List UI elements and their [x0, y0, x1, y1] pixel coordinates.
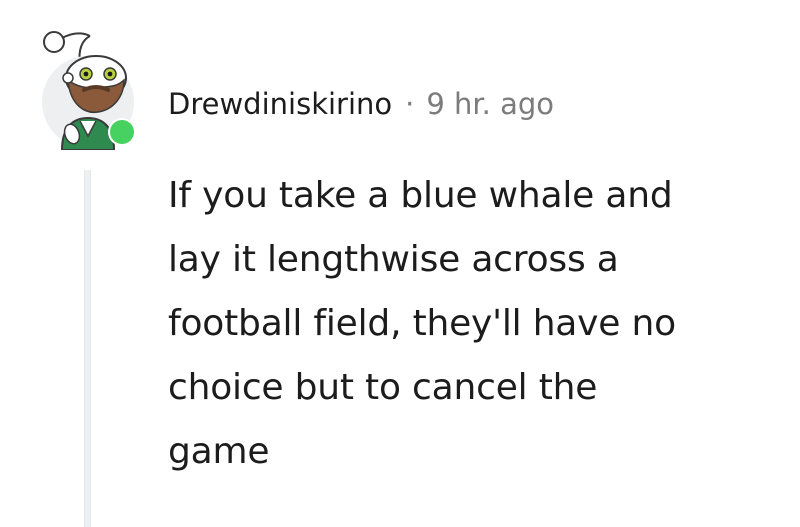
thread-collapse-line[interactable] [84, 170, 91, 527]
username-link[interactable]: Drewdiniskirino [168, 84, 392, 124]
meta-separator: · [405, 87, 415, 121]
comment: Drewdiniskirino · 9 hr. ago If you take … [0, 0, 800, 527]
comment-body-line: game [168, 431, 270, 472]
comment-body-line: If you take a blue whale and [168, 175, 673, 216]
online-status-icon [110, 120, 134, 144]
comment-body-line: lay it lengthwise across a [168, 239, 619, 280]
comment-body-line: choice but to cancel the [168, 367, 598, 408]
comment-body: If you take a blue whale and lay it leng… [168, 164, 778, 484]
comment-meta: Drewdiniskirino · 9 hr. ago [168, 84, 554, 124]
comment-timestamp[interactable]: 9 hr. ago [426, 84, 554, 124]
comment-body-line: football field, they'll have no [168, 303, 676, 344]
user-avatar[interactable] [40, 26, 144, 150]
snoo-avatar-icon [42, 31, 136, 150]
